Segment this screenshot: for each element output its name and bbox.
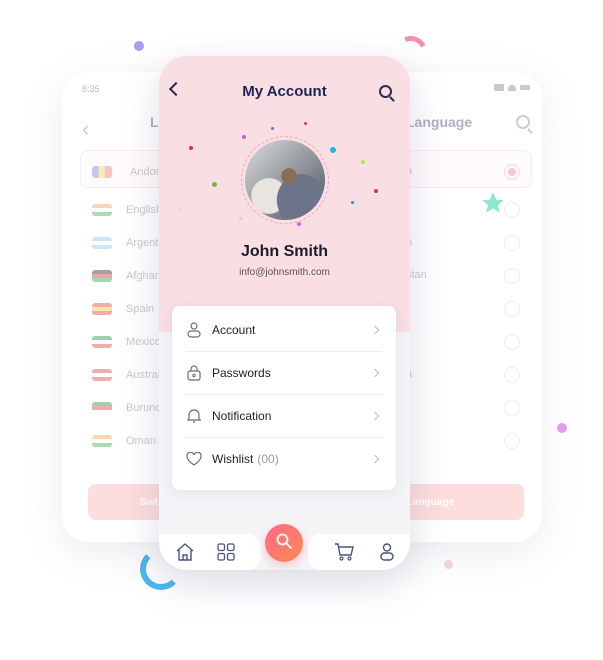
menu-item-wishlist[interactable]: Wishlist (00) — [186, 437, 382, 480]
home-icon[interactable] — [175, 543, 195, 566]
cart-icon[interactable] — [334, 543, 354, 566]
decor-purple-dot — [134, 41, 144, 51]
menu-item-account[interactable]: Account — [186, 308, 382, 351]
language-radio[interactable] — [504, 433, 520, 449]
bottom-navigation — [159, 524, 410, 570]
status-time: 8:35 — [82, 84, 100, 94]
language-radio[interactable] — [504, 301, 520, 317]
flag-icon — [92, 270, 112, 282]
account-menu: Account Passwords Notification Wishlist … — [172, 306, 396, 490]
decor-violet-dot — [557, 423, 567, 433]
lock-icon — [186, 365, 202, 381]
flag-icon — [92, 336, 112, 348]
status-icons — [494, 84, 530, 91]
grid-icon[interactable] — [217, 543, 235, 566]
back-chevron-icon[interactable]: ‹ — [82, 116, 89, 142]
search-fab-button[interactable] — [265, 524, 303, 562]
menu-item-notification[interactable]: Notification — [186, 394, 382, 437]
language-name: Oman — [126, 435, 156, 447]
my-account-screen: My Account John Smith info@johnsmith.com… — [159, 56, 410, 570]
heart-icon — [186, 451, 202, 467]
language-item[interactable]: Burundi — [92, 398, 164, 418]
language-radio[interactable] — [504, 334, 520, 350]
menu-item-label: Wishlist — [212, 452, 254, 466]
wishlist-count: (00) — [257, 452, 279, 466]
flag-icon — [92, 204, 112, 216]
menu-item-label: Passwords — [212, 366, 271, 380]
user-name: John Smith — [240, 243, 329, 260]
confetti-dot — [212, 182, 217, 187]
bottom-nav-right — [308, 534, 410, 570]
language-radio[interactable] — [504, 202, 520, 218]
battery-icon — [520, 85, 530, 90]
language-name: Spain — [126, 303, 155, 315]
wifi-icon — [508, 84, 516, 91]
language-item[interactable]: English — [92, 200, 162, 220]
chevron-right-icon — [370, 368, 380, 378]
flag-icon — [92, 237, 112, 249]
chevron-right-icon — [370, 411, 380, 421]
language-item[interactable]: Spain — [92, 299, 154, 319]
flag-icon — [92, 166, 112, 178]
star-icon — [480, 190, 506, 216]
language-name: English — [126, 204, 163, 216]
language-item[interactable]: Oman — [92, 431, 156, 451]
confetti-dot — [271, 127, 274, 130]
confetti-dot — [242, 135, 246, 139]
bell-icon — [186, 408, 202, 424]
flag-icon — [92, 402, 112, 414]
confetti-dot — [179, 207, 182, 210]
language-radio[interactable] — [504, 367, 520, 383]
language-radio[interactable] — [504, 400, 520, 416]
language-radio[interactable] — [504, 268, 520, 284]
language-item[interactable]: Australia — [92, 365, 169, 385]
language-name: Mexico — [126, 336, 161, 348]
profile-icon[interactable] — [380, 543, 394, 566]
user-icon — [186, 321, 202, 338]
language-radio[interactable] — [504, 235, 520, 251]
menu-item-passwords[interactable]: Passwords — [186, 351, 382, 394]
menu-item-label: Notification — [212, 409, 272, 423]
language-radio[interactable] — [504, 164, 520, 180]
flag-icon — [92, 435, 112, 447]
signal-icon — [494, 84, 504, 91]
chevron-right-icon — [370, 454, 380, 464]
confetti-dot — [239, 217, 242, 220]
confetti-dot — [189, 146, 193, 150]
search-icon[interactable] — [379, 85, 392, 98]
bottom-nav-left — [159, 534, 261, 570]
confetti-dot — [361, 160, 365, 164]
search-icon — [275, 532, 293, 555]
language-item[interactable]: Mexico — [92, 332, 161, 352]
flag-icon — [92, 369, 112, 381]
confetti-dot — [374, 189, 378, 193]
confetti-dot — [330, 147, 336, 153]
chevron-right-icon — [370, 325, 380, 334]
flag-icon — [92, 303, 112, 315]
avatar[interactable] — [245, 140, 325, 220]
confetti-dot — [297, 222, 301, 226]
menu-item-label: Account — [212, 322, 256, 337]
user-email: info@johnsmith.com — [239, 267, 330, 278]
language-title-right: Language — [406, 114, 473, 130]
search-icon[interactable] — [516, 115, 530, 129]
switch-button-left-text: Swt — [140, 496, 158, 508]
language-item[interactable]: Andorra — [92, 162, 169, 182]
decor-pink-small-dot — [444, 560, 453, 569]
confetti-dot — [351, 201, 354, 204]
confetti-dot — [304, 122, 307, 125]
page-title: My Account — [242, 83, 327, 100]
language-title-left: L — [150, 114, 159, 130]
